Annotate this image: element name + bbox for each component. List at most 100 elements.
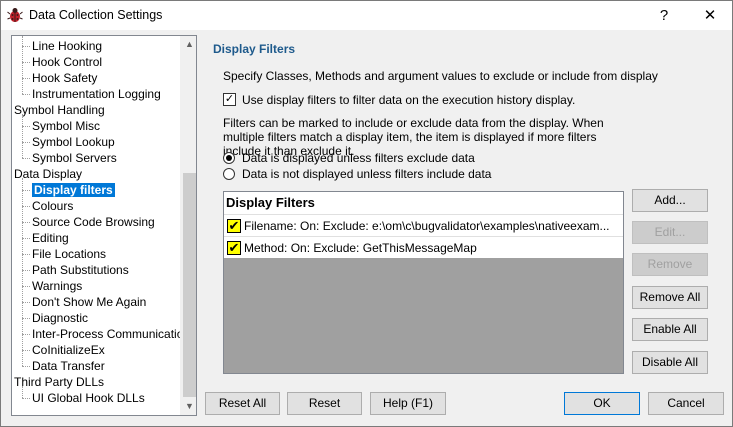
help-button[interactable]: Help (F1) [370, 392, 446, 415]
tree-connector [22, 366, 30, 367]
list-item[interactable]: ✔ Method: On: Exclude: GetThisMessageMap [224, 236, 623, 258]
tree-connector [22, 350, 30, 351]
tree-connector [22, 178, 23, 366]
tree-item[interactable]: Data Transfer [32, 358, 105, 374]
tree-item[interactable]: Path Substitutions [32, 262, 129, 278]
radio-label: Data is not displayed unless filters inc… [242, 167, 492, 181]
tree-connector [22, 78, 30, 79]
tree-item[interactable]: Source Code Browsing [32, 214, 155, 230]
tree-item[interactable]: UI Global Hook DLLs [32, 390, 145, 406]
tree-item-label: CoInitializeEx [32, 343, 105, 357]
tree-connector [22, 286, 30, 287]
tree-item-label: Path Substitutions [32, 263, 129, 277]
display-filters-list[interactable]: Display Filters ✔ Filename: On: Exclude:… [223, 191, 624, 374]
add-button[interactable]: Add... [632, 189, 708, 212]
cancel-button[interactable]: Cancel [648, 392, 724, 415]
tree-item-label: Data Transfer [32, 359, 105, 373]
tree-connector [22, 46, 30, 47]
tree-connector [22, 190, 30, 191]
dialog-window: Data Collection Settings ? ✕ Line Hookin… [0, 0, 733, 427]
radio-label: Data is displayed unless filters exclude… [242, 151, 475, 165]
tree-connector [22, 386, 23, 398]
remove-all-button[interactable]: Remove All [632, 286, 708, 309]
tree-item[interactable]: Display filters [32, 182, 115, 198]
tree-item-label: Instrumentation Logging [32, 87, 161, 101]
tree-item-label: Symbol Misc [32, 119, 101, 133]
enable-all-button[interactable]: Enable All [632, 318, 708, 341]
tree-item[interactable]: Diagnostic [32, 310, 88, 326]
remove-button[interactable]: Remove [632, 253, 708, 276]
section-title: Display Filters [213, 42, 296, 56]
scroll-up-icon[interactable]: ▲ [181, 36, 196, 53]
tree-connector [22, 158, 30, 159]
tree-item-label: Editing [32, 231, 69, 245]
tree-item[interactable]: Symbol Servers [32, 150, 117, 166]
tree-item[interactable]: Inter-Process Communication [32, 326, 190, 342]
tree-connector [22, 114, 23, 158]
filter-enabled-checkbox[interactable]: ✔ [227, 241, 241, 255]
tree-item-label: Data Display [14, 167, 83, 181]
reset-all-button[interactable]: Reset All [205, 392, 280, 415]
tree-item[interactable]: Colours [32, 198, 73, 214]
tree-item-label: Symbol Servers [32, 151, 117, 165]
tree-item-label: Symbol Lookup [32, 135, 115, 149]
title-bar: Data Collection Settings ? ✕ [1, 1, 732, 30]
tree-item-label: Inter-Process Communication [32, 327, 191, 341]
tree-item-label: Line Hooking [32, 39, 103, 53]
tree-connector [22, 62, 30, 63]
tree-item[interactable]: Data Display [14, 166, 82, 182]
tree-connector [22, 398, 30, 399]
close-button[interactable]: ✕ [687, 1, 733, 30]
use-filters-checkbox[interactable]: ✓ [223, 93, 236, 106]
tree-item-label: Display filters [32, 183, 115, 197]
tree-connector [22, 238, 30, 239]
tree-item-label: Hook Control [32, 55, 103, 69]
tree-connector [22, 254, 30, 255]
filter-enabled-checkbox[interactable]: ✔ [227, 219, 241, 233]
list-item[interactable]: ✔ Filename: On: Exclude: e:\om\c\bugvali… [224, 214, 623, 236]
tree-connector [22, 318, 30, 319]
radio-button[interactable] [223, 152, 235, 164]
scroll-down-icon[interactable]: ▼ [181, 398, 196, 415]
tree-item[interactable]: Symbol Lookup [32, 134, 115, 150]
tree-item[interactable]: Symbol Misc [32, 118, 100, 134]
tree-item[interactable]: Hook Control [32, 54, 102, 70]
list-header: Display Filters [224, 192, 623, 214]
tree-item-label: File Locations [32, 247, 107, 261]
edit-button[interactable]: Edit... [632, 221, 708, 244]
tree-item[interactable]: Editing [32, 230, 69, 246]
tree-connector [22, 206, 30, 207]
tree-connector [22, 302, 30, 303]
disable-all-button[interactable]: Disable All [632, 351, 708, 374]
tree-connector [22, 36, 23, 94]
tree-connector [22, 142, 30, 143]
settings-tree[interactable]: Line Hooking Hook Control Hook Safety Instr… [11, 35, 197, 416]
tree-item[interactable]: File Locations [32, 246, 106, 262]
tree-item[interactable]: Don't Show Me Again [32, 294, 146, 310]
tree-item-label: Third Party DLLs [14, 375, 105, 389]
tree-item[interactable]: Instrumentation Logging [32, 86, 161, 102]
filters-description: Specify Classes, Methods and argument va… [223, 69, 658, 83]
tree-item[interactable]: Symbol Handling [14, 102, 105, 118]
ok-button[interactable]: OK [564, 392, 640, 415]
tree-item-label: UI Global Hook DLLs [32, 391, 145, 405]
radio-button[interactable] [223, 168, 235, 180]
reset-button[interactable]: Reset [287, 392, 362, 415]
tree-item-label: Warnings [32, 279, 83, 293]
tree-scrollbar[interactable]: ▲ ▼ [180, 36, 196, 415]
tree-connector [22, 334, 30, 335]
tree-item[interactable]: Warnings [32, 278, 82, 294]
tree-connector [22, 270, 30, 271]
window-title: Data Collection Settings [29, 8, 163, 22]
scroll-thumb[interactable] [183, 173, 196, 397]
tree-item[interactable]: Line Hooking [32, 38, 102, 54]
tree-connector [22, 126, 30, 127]
filter-text: Method: On: Exclude: GetThisMessageMap [244, 241, 477, 255]
tree-item-label: Hook Safety [32, 71, 98, 85]
tree-item[interactable]: CoInitializeEx [32, 342, 105, 358]
help-title-button[interactable]: ? [641, 1, 687, 30]
tree-item-label: Source Code Browsing [32, 215, 155, 229]
tree-item[interactable]: Hook Safety [32, 70, 97, 86]
tree-item[interactable]: Third Party DLLs [14, 374, 104, 390]
bug-icon [7, 8, 23, 22]
